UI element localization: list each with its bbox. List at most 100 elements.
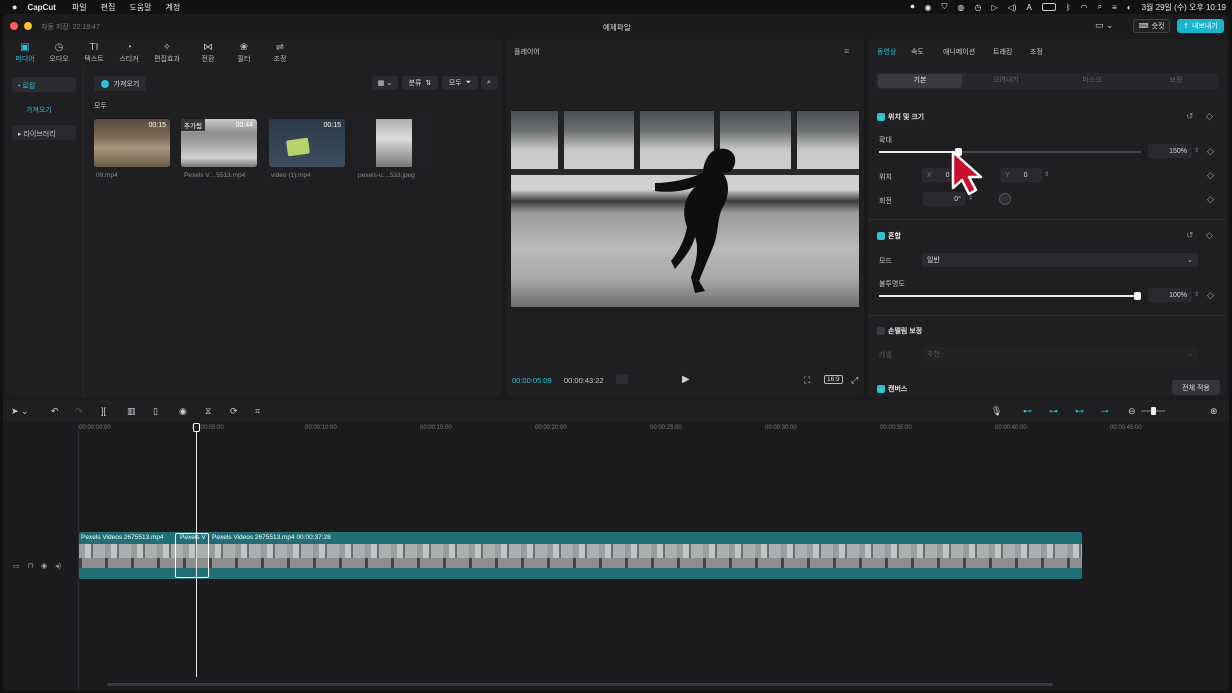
control-center-icon[interactable]: ≡ bbox=[1112, 3, 1117, 12]
shortcut-button[interactable]: ⌨ 숏컷 bbox=[1133, 19, 1170, 33]
playhead-line[interactable] bbox=[196, 426, 197, 677]
rotation-dial[interactable] bbox=[999, 193, 1011, 205]
tab-animation[interactable]: 애니메이션 bbox=[943, 47, 975, 57]
delete-icon[interactable]: ▥ bbox=[127, 406, 136, 416]
bluetooth-icon[interactable]: ᛒ bbox=[1066, 3, 1071, 12]
app-menu[interactable]: CapCut bbox=[27, 3, 55, 12]
wifi-icon[interactable]: ◠ bbox=[1081, 3, 1088, 12]
selected-clip[interactable] bbox=[175, 533, 209, 578]
blend-checkbox[interactable] bbox=[877, 232, 885, 240]
filter-button[interactable]: 모두 ⏷ bbox=[442, 76, 478, 90]
search-button[interactable]: ⌕ bbox=[481, 76, 497, 90]
apple-icon[interactable]: ● bbox=[12, 2, 17, 12]
sidebar-item-local[interactable]: • 로컬 bbox=[12, 77, 76, 92]
opacity-stepper[interactable]: ⇕ bbox=[1194, 290, 1199, 300]
canvas-checkbox[interactable] bbox=[877, 385, 885, 393]
tab-audio[interactable]: ◷ 오디오 bbox=[44, 42, 74, 64]
clock-icon[interactable]: ◷ bbox=[975, 3, 982, 12]
opacity-slider[interactable] bbox=[879, 292, 1141, 300]
y-stepper[interactable]: ⇕ bbox=[1044, 170, 1049, 180]
zoom-out-icon[interactable]: ⊖ bbox=[1128, 406, 1136, 416]
reset-icon[interactable]: ↺ bbox=[1186, 111, 1194, 121]
keyframe-icon[interactable]: ◇ bbox=[1206, 230, 1213, 240]
clock-text[interactable]: 3월 29일 (수) 오후 10:19 bbox=[1142, 2, 1226, 13]
media-item-3[interactable]: 00:15 bbox=[269, 119, 345, 167]
snap-icon[interactable]: ⊸ bbox=[1101, 406, 1109, 416]
keyframe-icon[interactable]: ◇ bbox=[1207, 194, 1214, 204]
shield-icon[interactable]: ⛉ bbox=[942, 2, 948, 12]
tab-sticker[interactable]: ◔ 스티커 bbox=[114, 42, 144, 64]
media-item-1[interactable]: 00:15 bbox=[94, 119, 170, 167]
export-button[interactable]: ⇪ 내보내기 bbox=[1177, 19, 1224, 33]
layout-icon[interactable]: ▭ ⌄ bbox=[1095, 20, 1114, 31]
mirror-icon[interactable]: ⧖ bbox=[205, 406, 211, 416]
level-select[interactable]: 추천 ⌄ bbox=[922, 347, 1198, 361]
track-cover-icon[interactable]: ▭ bbox=[13, 563, 20, 570]
preview-axis-icon[interactable]: ⊷ bbox=[1075, 406, 1084, 416]
camera-icon[interactable]: ◉ bbox=[925, 3, 932, 12]
subtab-cutout[interactable]: 오려내기 bbox=[964, 74, 1048, 88]
mode-select[interactable]: 일반 ⌄ bbox=[922, 253, 1198, 267]
menu-file[interactable]: 파일 bbox=[72, 2, 87, 13]
media-item-4[interactable] bbox=[356, 119, 432, 167]
scale-input[interactable]: 150% bbox=[1148, 144, 1192, 158]
split-icon[interactable]: ][ bbox=[101, 406, 106, 416]
lock-icon[interactable]: ⊓ bbox=[28, 563, 33, 570]
link-icon[interactable]: ⊶ bbox=[1049, 406, 1058, 416]
tab-adjust[interactable]: 조정 bbox=[1030, 47, 1043, 57]
select-tool-icon[interactable]: ➤ ⌄ bbox=[11, 406, 29, 416]
tab-video[interactable]: 동영상 bbox=[877, 47, 896, 57]
playhead-handle[interactable] bbox=[193, 423, 200, 432]
bell-icon[interactable]: ◍ bbox=[958, 3, 965, 12]
redo-icon[interactable]: ↷ bbox=[75, 406, 83, 416]
tab-filter[interactable]: ❀ 필터 bbox=[229, 42, 259, 64]
scale-stepper[interactable]: ⇕ bbox=[1194, 146, 1199, 156]
undo-icon[interactable]: ↶ bbox=[51, 406, 59, 416]
reset-icon[interactable]: ↺ bbox=[1186, 230, 1194, 240]
sidebar-item-import[interactable]: 가져오기 bbox=[26, 105, 52, 115]
opacity-slider-knob[interactable] bbox=[1134, 292, 1141, 300]
crop-icon[interactable]: ⌗ bbox=[255, 406, 260, 416]
pos-size-checkbox[interactable] bbox=[877, 113, 885, 121]
sidebar-item-library[interactable]: ▸ 라이브러리 bbox=[12, 125, 76, 140]
menu-account[interactable]: 계정 bbox=[165, 2, 180, 13]
record-icon[interactable]: ⏺ bbox=[911, 2, 915, 12]
play-icon[interactable]: ▷ bbox=[991, 3, 997, 12]
tab-media[interactable]: ▣ 미디어 bbox=[10, 42, 40, 64]
scale-slider[interactable] bbox=[879, 148, 1141, 156]
keyframe-icon[interactable]: ◇ bbox=[1207, 146, 1214, 156]
waveform-icon[interactable] bbox=[616, 374, 628, 384]
subtab-correction[interactable]: 보정 bbox=[1134, 74, 1218, 88]
keyboard-icon[interactable]: A bbox=[1026, 3, 1031, 12]
aspect-ratio-button[interactable]: 16:9 bbox=[824, 375, 843, 384]
minimize-button[interactable] bbox=[24, 22, 32, 30]
battery-icon[interactable] bbox=[1041, 3, 1056, 11]
menu-icon[interactable]: ≡ bbox=[844, 46, 849, 56]
horizontal-scrollbar[interactable] bbox=[107, 683, 1053, 686]
microphone-icon[interactable]: 🎙 bbox=[991, 406, 1002, 416]
keyframe-icon[interactable]: ◇ bbox=[1207, 170, 1214, 180]
stabilize-checkbox[interactable] bbox=[877, 327, 885, 335]
play-button[interactable]: ▶ bbox=[682, 375, 690, 385]
media-item-2[interactable]: 추가됨 00:44 bbox=[181, 119, 257, 167]
tab-speed[interactable]: 속도 bbox=[911, 47, 924, 57]
import-button[interactable]: 가져오기 bbox=[94, 76, 146, 91]
rotate-icon[interactable]: ⟳ bbox=[230, 406, 238, 416]
freeze-icon[interactable]: ▯ bbox=[153, 406, 158, 416]
fit-screen-icon[interactable]: ⛶ bbox=[804, 375, 810, 385]
magnet-icon[interactable]: ⊷ bbox=[1023, 406, 1032, 416]
zoom-in-icon[interactable]: ⊕ bbox=[1210, 406, 1218, 416]
menu-edit[interactable]: 편집 bbox=[101, 2, 116, 13]
menu-help[interactable]: 도움말 bbox=[129, 2, 151, 13]
close-button[interactable] bbox=[10, 22, 18, 30]
zoom-knob[interactable] bbox=[1151, 407, 1156, 415]
search-icon[interactable]: ⌕ bbox=[1098, 2, 1102, 12]
subtab-basic[interactable]: 기본 bbox=[878, 74, 962, 88]
subtab-mask[interactable]: 마스크 bbox=[1050, 74, 1134, 88]
keyframe-icon[interactable]: ◇ bbox=[1206, 111, 1213, 121]
fullscreen-icon[interactable]: ⤢ bbox=[851, 375, 858, 385]
tab-effects[interactable]: ✧ 편집효과 bbox=[149, 42, 185, 64]
speaker-icon[interactable]: ◂) bbox=[55, 563, 61, 570]
opacity-input[interactable]: 100% bbox=[1148, 288, 1192, 302]
sort-button[interactable]: 분류 ⇅ bbox=[402, 76, 438, 90]
